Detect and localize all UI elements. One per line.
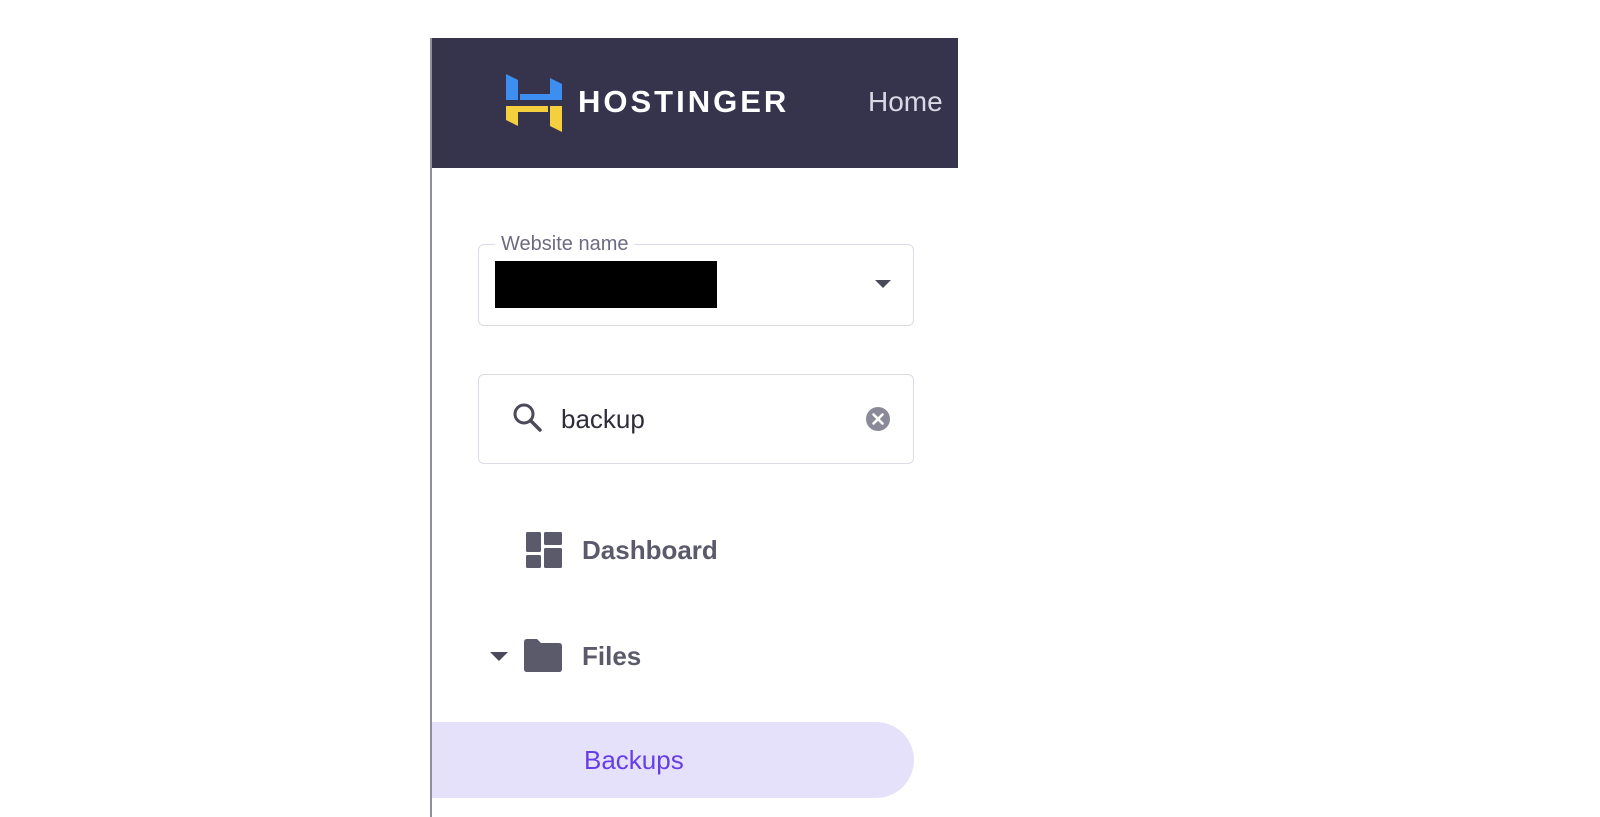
sidebar-item-dashboard[interactable]: Dashboard — [432, 520, 912, 580]
redacted-website-value — [495, 261, 717, 308]
website-name-select[interactable]: Website name — [478, 231, 914, 326]
search-icon — [513, 403, 542, 432]
sidebar-item-label: Backups — [584, 745, 684, 775]
browser-viewport: HOSTINGER Home Website name Dashboard — [430, 38, 958, 817]
sidebar-item-backups[interactable]: Backups — [432, 722, 914, 798]
sidebar-item-label: Dashboard — [582, 535, 718, 565]
search-field[interactable] — [478, 374, 914, 464]
hostinger-logo-icon[interactable] — [506, 74, 562, 132]
folder-icon — [524, 639, 562, 672]
website-name-label: Website name — [495, 231, 635, 257]
clear-circle-icon[interactable] — [865, 406, 891, 432]
brand-name[interactable]: HOSTINGER — [578, 82, 789, 122]
sidebar-item-label: Files — [582, 641, 642, 671]
sidebar-item-files[interactable]: Files — [432, 626, 912, 686]
dashboard-icon — [526, 532, 562, 568]
search-input[interactable] — [561, 397, 841, 441]
top-navigation-bar: HOSTINGER Home — [432, 38, 958, 168]
expand-caret-icon[interactable] — [490, 652, 508, 661]
caret-down-icon[interactable] — [875, 280, 891, 288]
nav-home-link[interactable]: Home — [868, 82, 943, 122]
